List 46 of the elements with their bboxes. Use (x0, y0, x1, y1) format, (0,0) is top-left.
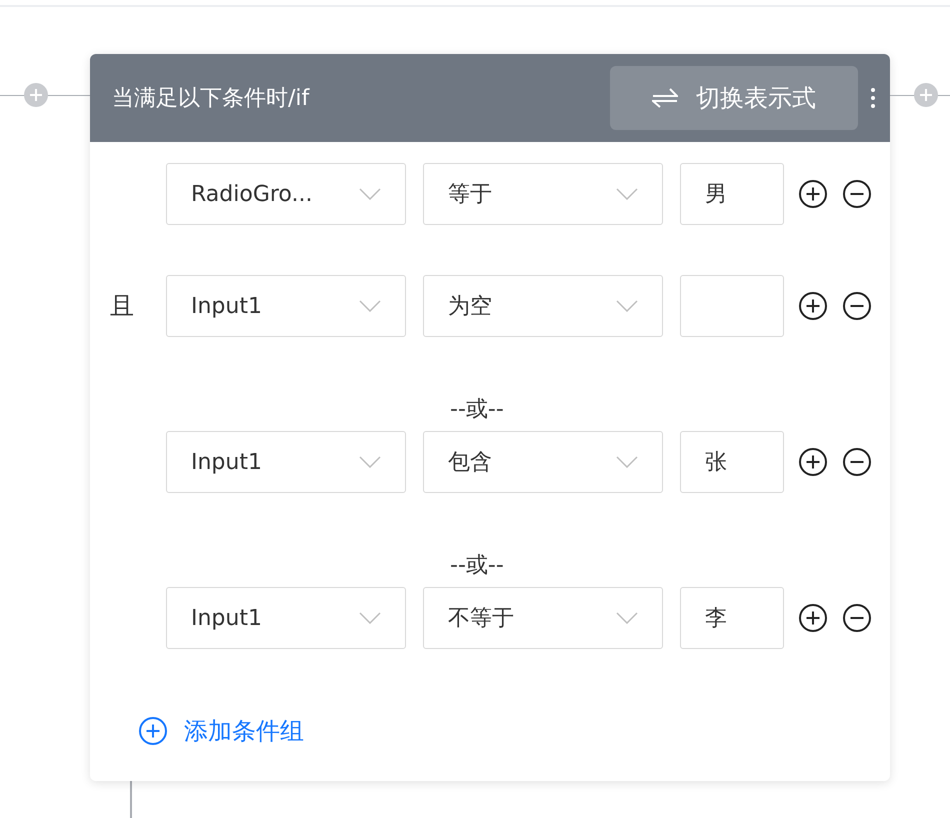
operator-select[interactable]: 不等于 (423, 587, 663, 649)
value-input[interactable] (680, 275, 784, 337)
chevron-down-icon (359, 456, 381, 468)
field-select[interactable]: Input1 (166, 587, 406, 649)
operator-select[interactable]: 包含 (423, 431, 663, 493)
and-label: 且 (110, 292, 134, 320)
chevron-down-icon (616, 300, 638, 312)
chevron-down-icon (616, 456, 638, 468)
add-node-icon[interactable] (24, 83, 48, 107)
plus-icon (138, 716, 168, 746)
operator-select[interactable]: 等于 (423, 163, 663, 225)
plus-icon (798, 291, 828, 321)
remove-condition-button[interactable] (842, 291, 872, 321)
add-node-icon[interactable] (914, 83, 938, 107)
add-condition-button[interactable] (798, 447, 828, 477)
field-select[interactable]: Input1 (166, 431, 406, 493)
chevron-down-icon (616, 188, 638, 200)
remove-condition-button[interactable] (842, 179, 872, 209)
chevron-down-icon (359, 612, 381, 624)
remove-condition-button[interactable] (842, 603, 872, 633)
field-select[interactable]: Input1 (166, 275, 406, 337)
add-group-button[interactable]: 添加条件组 (138, 715, 304, 747)
minus-icon (842, 447, 872, 477)
connector-line (130, 781, 132, 818)
more-icon[interactable] (870, 87, 876, 109)
or-separator: --或-- (450, 554, 504, 578)
chevron-down-icon (359, 300, 381, 312)
remove-condition-button[interactable] (842, 447, 872, 477)
plus-icon (798, 447, 828, 477)
minus-icon (842, 291, 872, 321)
or-separator: --或-- (450, 398, 504, 422)
operator-select[interactable]: 为空 (423, 275, 663, 337)
card-title: 当满足以下条件时/if (112, 85, 311, 113)
add-condition-button[interactable] (798, 603, 828, 633)
value-input[interactable]: 张 (680, 431, 784, 493)
plus-icon (798, 603, 828, 633)
add-condition-button[interactable] (798, 179, 828, 209)
minus-icon (842, 603, 872, 633)
minus-icon (842, 179, 872, 209)
plus-icon (798, 179, 828, 209)
chevron-down-icon (359, 188, 381, 200)
add-condition-button[interactable] (798, 291, 828, 321)
field-select[interactable]: RadioGro... (166, 163, 406, 225)
chevron-down-icon (616, 612, 638, 624)
value-input[interactable]: 李 (680, 587, 784, 649)
value-input[interactable]: 男 (680, 163, 784, 225)
